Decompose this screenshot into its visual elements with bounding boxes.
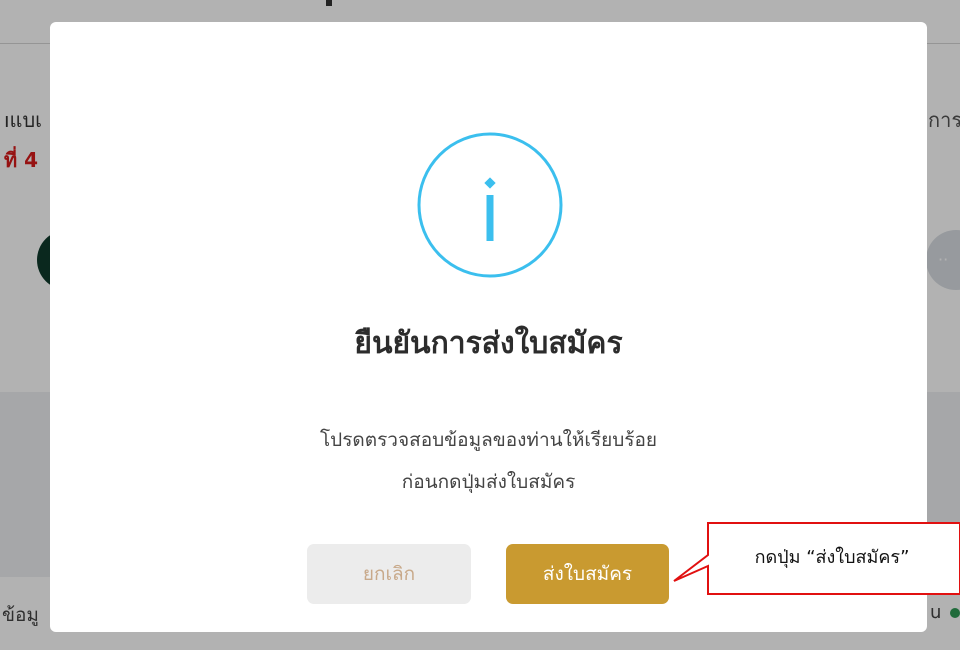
annotation-text: กดปุ่ม “ส่งใบสมัคร” bbox=[754, 547, 910, 568]
submit-application-button[interactable]: ส่งใบสมัคร bbox=[506, 544, 669, 604]
confirm-dialog: ยืนยันการส่งใบสมัคร โปรดตรวจสอบข้อมูลของ… bbox=[50, 22, 927, 632]
cancel-button[interactable]: ยกเลิก bbox=[307, 544, 471, 604]
dialog-message-line2: ก่อนกดปุ่มส่งใบสมัคร bbox=[401, 471, 576, 493]
dialog-title: ยืนยันการส่งใบสมัคร bbox=[354, 326, 623, 361]
info-icon bbox=[417, 132, 563, 278]
dialog-message-line1: โปรดตรวจสอบข้อมูลของท่านให้เรียบร้อย bbox=[319, 429, 658, 451]
